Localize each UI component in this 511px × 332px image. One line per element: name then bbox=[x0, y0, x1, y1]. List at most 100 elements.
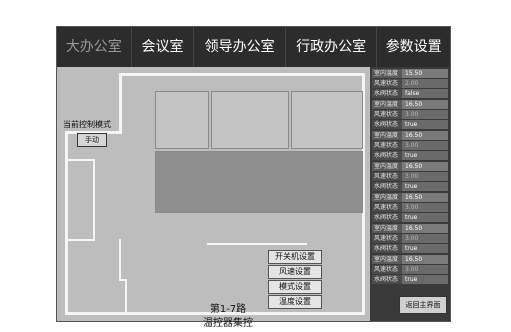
temp-settings-button[interactable]: 温度设置 bbox=[268, 295, 322, 309]
water-valve-label: 水阀状态 bbox=[374, 121, 399, 128]
room-temp-row: 室内温度 16.50 bbox=[372, 100, 448, 109]
room-temp-value: 16.50 bbox=[402, 100, 448, 109]
water-valve-row: 水阀状态 true bbox=[372, 275, 448, 284]
thermostat-status-1: 室内温度 15.50 风速状态 2.00 水阀状态 false bbox=[372, 69, 448, 99]
tab-admin-office[interactable]: 行政办公室 bbox=[286, 27, 378, 67]
room-temp-value: 15.50 bbox=[402, 69, 448, 78]
fan-speed-row: 风速状态 3.00 bbox=[372, 110, 448, 119]
room-temp-row: 室内温度 16.50 bbox=[372, 162, 448, 171]
tab-parameter-settings[interactable]: 参数设置 bbox=[377, 27, 450, 67]
fan-speed-row: 风速状态 3.00 bbox=[372, 203, 448, 212]
thermostat-status-2: 室内温度 16.50 风速状态 3.00 水阀状态 true bbox=[372, 100, 448, 130]
fan-speed-row: 风速状态 3.00 bbox=[372, 234, 448, 243]
room-temp-value: 16.50 bbox=[402, 255, 448, 264]
group-control-text: 第1-7路 温控器集控 bbox=[203, 304, 253, 329]
tab-leader-office[interactable]: 领导办公室 bbox=[194, 27, 286, 67]
fan-speed-label: 风速状态 bbox=[374, 266, 399, 273]
wall-line bbox=[65, 239, 95, 241]
room-temp-value: 16.50 bbox=[402, 193, 448, 202]
water-valve-row: 水阀状态 true bbox=[372, 213, 448, 222]
room-temp-row: 室内温度 16.50 bbox=[372, 224, 448, 233]
return-main-button[interactable]: 返回主界面 bbox=[399, 296, 447, 314]
water-valve-label: 水阀状态 bbox=[374, 183, 399, 190]
room-temp-label: 室内温度 bbox=[374, 225, 399, 232]
thermostat-status-5: 室内温度 16.50 风速状态 3.00 水阀状态 true bbox=[372, 193, 448, 223]
fan-speed-label: 风速状态 bbox=[374, 235, 399, 242]
thermostat-status-6: 室内温度 16.50 风速状态 3.00 水阀状态 true bbox=[372, 224, 448, 254]
room-temp-value: 16.50 bbox=[402, 224, 448, 233]
mode-settings-button[interactable]: 模式设置 bbox=[268, 280, 322, 294]
fan-speed-value: 3.00 bbox=[402, 234, 448, 243]
water-valve-value: true bbox=[402, 182, 448, 191]
room-temp-label: 室内温度 bbox=[374, 194, 399, 201]
water-valve-value: true bbox=[402, 151, 448, 160]
wall-line bbox=[119, 73, 365, 76]
room-main-hall bbox=[155, 151, 363, 213]
room-temp-row: 室内温度 16.50 bbox=[372, 255, 448, 264]
water-valve-row: 水阀状态 true bbox=[372, 151, 448, 160]
room-temp-value: 16.50 bbox=[402, 131, 448, 140]
room-upper-left bbox=[155, 91, 209, 149]
wall-line bbox=[119, 73, 122, 133]
fan-speed-label: 风速状态 bbox=[374, 204, 399, 211]
water-valve-value: true bbox=[402, 213, 448, 222]
room-temp-label: 室内温度 bbox=[374, 70, 399, 77]
control-mode-label: 当前控制模式 bbox=[63, 120, 111, 129]
wall-line bbox=[125, 279, 127, 313]
wall-line bbox=[119, 239, 121, 279]
wall-line bbox=[207, 243, 307, 245]
fan-speed-value: 3.00 bbox=[402, 110, 448, 119]
water-valve-label: 水阀状态 bbox=[374, 245, 399, 252]
fan-settings-button[interactable]: 风速设置 bbox=[268, 265, 322, 279]
fan-speed-value: 2.00 bbox=[402, 79, 448, 88]
thermostat-status-3: 室内温度 16.50 风速状态 3.00 水阀状态 true bbox=[372, 131, 448, 161]
wall-line bbox=[65, 159, 95, 161]
top-nav: 大办公室 会议室 领导办公室 行政办公室 参数设置 bbox=[57, 27, 450, 67]
fan-speed-row: 风速状态 2.00 bbox=[372, 79, 448, 88]
water-valve-value: true bbox=[402, 275, 448, 284]
fan-speed-value: 3.00 bbox=[402, 141, 448, 150]
fan-speed-value: 3.00 bbox=[402, 203, 448, 212]
fan-speed-row: 风速状态 3.00 bbox=[372, 172, 448, 181]
room-upper-middle bbox=[211, 91, 289, 149]
thermostat-status-7: 室内温度 16.50 风速状态 3.00 水阀状态 true bbox=[372, 255, 448, 285]
fan-speed-value: 3.00 bbox=[402, 265, 448, 274]
tab-big-office[interactable]: 大办公室 bbox=[57, 27, 132, 67]
fan-speed-label: 风速状态 bbox=[374, 173, 399, 180]
status-panel: 室内温度 15.50 风速状态 2.00 水阀状态 false 室内温度 16.50 风速状态 3… bbox=[370, 67, 450, 321]
fan-speed-label: 风速状态 bbox=[374, 142, 399, 149]
room-temp-label: 室内温度 bbox=[374, 101, 399, 108]
water-valve-row: 水阀状态 true bbox=[372, 120, 448, 129]
fan-speed-label: 风速状态 bbox=[374, 111, 399, 118]
floor-plan: 当前控制模式 手动 第1-7路 温控器集控 开关机设置 风速设置 模式设置 温度设… bbox=[57, 67, 370, 329]
water-valve-value: true bbox=[402, 244, 448, 253]
room-temp-label: 室内温度 bbox=[374, 163, 399, 170]
group-control-label: 第1-7路 温控器集控 bbox=[197, 303, 259, 331]
fan-speed-label: 风速状态 bbox=[374, 80, 399, 87]
room-temp-label: 室内温度 bbox=[374, 256, 399, 263]
water-valve-value: true bbox=[402, 120, 448, 129]
room-temp-value: 16.50 bbox=[402, 162, 448, 171]
manual-mode-button[interactable]: 手动 bbox=[77, 133, 107, 147]
water-valve-label: 水阀状态 bbox=[374, 214, 399, 221]
water-valve-label: 水阀状态 bbox=[374, 152, 399, 159]
room-temp-label: 室内温度 bbox=[374, 132, 399, 139]
water-valve-label: 水阀状态 bbox=[374, 276, 399, 283]
water-valve-row: 水阀状态 true bbox=[372, 244, 448, 253]
fan-speed-row: 风速状态 3.00 bbox=[372, 141, 448, 150]
fan-speed-value: 3.00 bbox=[402, 172, 448, 181]
room-temp-row: 室内温度 16.50 bbox=[372, 193, 448, 202]
water-valve-row: 水阀状态 true bbox=[372, 182, 448, 191]
water-valve-label: 水阀状态 bbox=[374, 90, 399, 97]
room-upper-right bbox=[291, 91, 363, 149]
water-valve-value: false bbox=[402, 89, 448, 98]
water-valve-row: 水阀状态 false bbox=[372, 89, 448, 98]
fan-speed-row: 风速状态 3.00 bbox=[372, 265, 448, 274]
hmi-screen: 大办公室 会议室 领导办公室 行政办公室 参数设置 当前控制模式 手动 第1-7… bbox=[56, 26, 451, 329]
tab-meeting-room[interactable]: 会议室 bbox=[132, 27, 195, 67]
room-temp-row: 室内温度 16.50 bbox=[372, 131, 448, 140]
room-temp-row: 室内温度 15.50 bbox=[372, 69, 448, 78]
thermostat-status-4: 室内温度 16.50 风速状态 3.00 水阀状态 true bbox=[372, 162, 448, 192]
power-settings-button[interactable]: 开关机设置 bbox=[268, 250, 322, 264]
wall-line bbox=[93, 159, 95, 239]
